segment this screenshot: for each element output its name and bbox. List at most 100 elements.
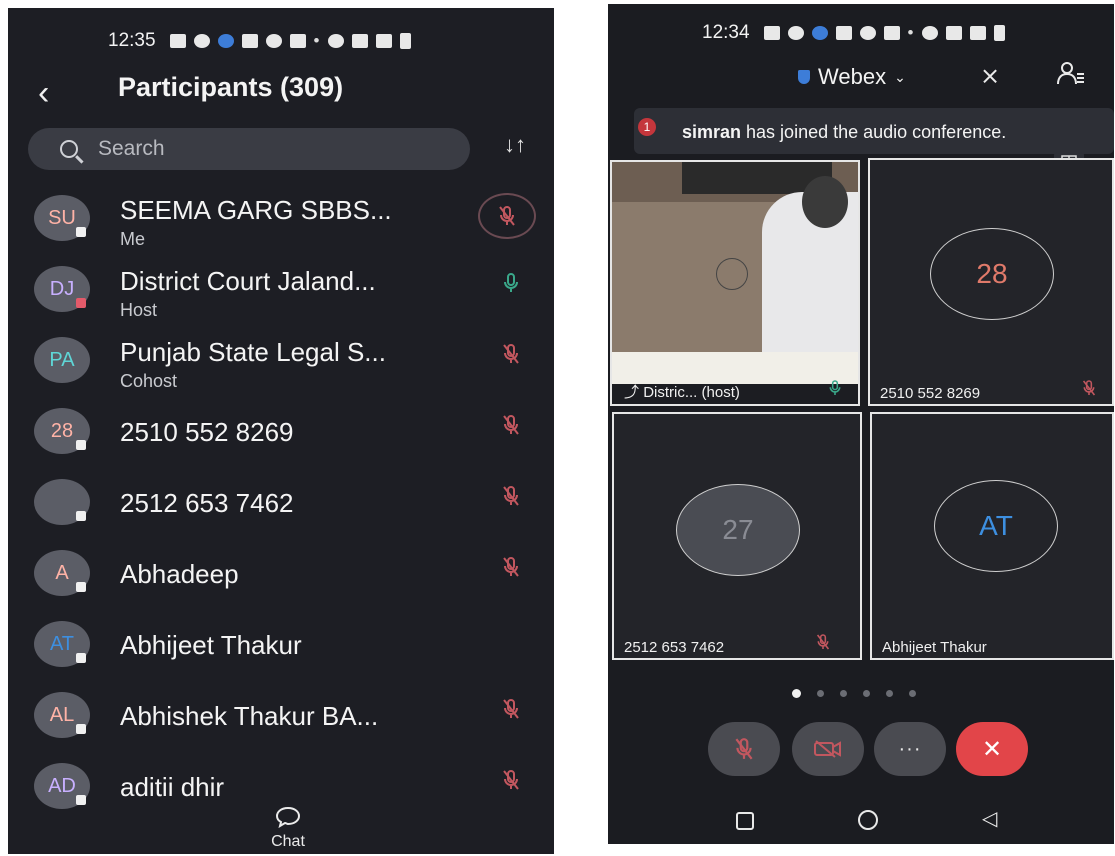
participant-name: 2510 552 8269 [120, 417, 294, 447]
dot-icon: • [313, 31, 320, 50]
participant-row[interactable]: AT Abhijeet Thakur [8, 609, 554, 679]
search-bar[interactable] [28, 128, 470, 170]
notification-icon [763, 26, 780, 40]
video-tile[interactable]: 28 2510 552 8269 [868, 158, 1114, 406]
page-dot[interactable] [909, 690, 916, 697]
participant-row[interactable]: A Abhadeep [8, 538, 554, 608]
cloud-icon [217, 34, 234, 48]
page-dot[interactable] [792, 689, 801, 698]
signal-icon [375, 34, 392, 48]
status-time: 12:34 [702, 22, 750, 43]
status-bar: 12:35 • [108, 30, 411, 52]
join-notification: 1 simran has joined the audio conference… [634, 108, 1114, 154]
chat-bubble-icon [275, 806, 301, 829]
nav-recents-button[interactable] [736, 812, 754, 830]
tile-avatar: 27 [676, 484, 800, 576]
participant-row[interactable]: 2512 653 7462 [8, 467, 554, 537]
participant-row[interactable]: PA Punjab State Legal S... Cohost [8, 325, 554, 395]
mic-muted-icon[interactable] [496, 765, 526, 795]
participants-screen: 12:35 • ‹ Participants (309) ↓↑ SU SEEMA… [8, 8, 554, 854]
volte-icon [351, 34, 368, 48]
app-name: Webex [818, 64, 887, 89]
participants-icon[interactable] [1056, 60, 1086, 91]
tile-label: Abhijeet Thakur [882, 639, 987, 656]
nfc-icon [883, 26, 900, 40]
device-icon [76, 724, 86, 734]
participant-name: Abhadeep [120, 559, 239, 589]
avatar: AT [34, 621, 90, 667]
mic-status-icon [265, 34, 282, 48]
alarm-icon [327, 34, 344, 48]
bluetooth-icon[interactable]: ⨯ [980, 62, 1000, 91]
avatar-initials: 28 [50, 419, 74, 442]
avatar-initials: AL [49, 703, 75, 726]
avatar-initials: A [55, 561, 69, 584]
page-dot[interactable] [886, 690, 893, 697]
avatar: AL [34, 692, 90, 738]
end-call-button[interactable]: ✕ [956, 722, 1028, 776]
search-input[interactable] [96, 136, 420, 162]
notification-icon [169, 34, 186, 48]
notification-badge: 1 [638, 118, 656, 136]
mic-muted-icon [735, 738, 753, 760]
mic-muted-icon[interactable] [496, 339, 526, 369]
participant-role: Host [120, 300, 158, 320]
device-icon [76, 440, 86, 450]
battery-icon [399, 33, 411, 49]
back-arrow-icon[interactable]: ‹ [38, 74, 49, 113]
avatar: PA [34, 337, 90, 383]
avatar: AD [34, 763, 90, 809]
video-tile-host[interactable]: ⤴ Distric... (host) [610, 160, 860, 406]
participant-row[interactable]: DJ District Court Jaland... Host [8, 254, 554, 324]
more-options-button[interactable]: ··· [874, 722, 946, 776]
mic-active-icon[interactable] [496, 268, 526, 298]
participant-name: Abhijeet Thakur [120, 630, 302, 660]
participant-name: 2512 653 7462 [120, 488, 294, 518]
mic-muted-icon[interactable] [496, 481, 526, 511]
page-dot[interactable] [817, 690, 824, 697]
status-bar: 12:34 • [702, 22, 1005, 44]
shield-icon [798, 70, 810, 84]
mic-muted-icon[interactable] [496, 694, 526, 724]
status-time: 12:35 [108, 30, 156, 51]
avatar: 28 [34, 408, 90, 454]
amazon-icon [835, 26, 852, 40]
avatar-initials: PA [49, 348, 75, 371]
participant-name: District Court Jaland... [120, 266, 376, 296]
tile-name: Distric... (host) [643, 384, 740, 401]
participant-row[interactable]: AL Abhishek Thakur BA... [8, 680, 554, 750]
dot-icon: • [907, 23, 914, 42]
chat-tab[interactable]: Chat [248, 806, 328, 851]
mic-muted-icon[interactable] [496, 552, 526, 582]
meeting-screen: 12:34 • Webex ⌄ ⨯ 1 simran has joined th… [608, 4, 1114, 844]
sort-icon[interactable]: ↓↑ [504, 132, 526, 158]
page-dot[interactable] [840, 690, 847, 697]
video-tile[interactable]: 27 2512 653 7462 [612, 412, 862, 660]
avatar: DJ [34, 266, 90, 312]
mic-muted-icon[interactable] [478, 193, 536, 239]
notification-user: simran [682, 122, 742, 142]
search-icon [60, 140, 78, 158]
page-dot[interactable] [863, 690, 870, 697]
participant-row[interactable]: 28 2510 552 8269 [8, 396, 554, 466]
avatar-initials: AT [49, 632, 75, 655]
participant-name: Abhishek Thakur BA... [120, 701, 379, 731]
participant-row[interactable]: SU SEEMA GARG SBBS... Me [8, 183, 554, 253]
device-icon [76, 653, 86, 663]
close-icon: ✕ [981, 735, 1003, 763]
mic-status-icon [859, 26, 876, 40]
video-toggle-button[interactable] [792, 722, 864, 776]
tile-label: 2510 552 8269 [880, 385, 981, 402]
notification-message: simran has joined the audio conference. [682, 122, 1006, 143]
meeting-info-dropdown[interactable]: Webex ⌄ [798, 64, 906, 90]
chat-label: Chat [271, 833, 305, 850]
nav-back-button[interactable]: ◁ [982, 806, 997, 831]
tile-avatar: AT [934, 480, 1058, 572]
nav-home-button[interactable] [858, 810, 878, 830]
device-icon [76, 227, 86, 237]
mic-muted-icon[interactable] [496, 410, 526, 440]
video-tile[interactable]: AT Abhijeet Thakur [870, 412, 1114, 660]
device-icon [76, 795, 86, 805]
mute-button[interactable] [708, 722, 780, 776]
participant-role: Cohost [120, 371, 178, 391]
